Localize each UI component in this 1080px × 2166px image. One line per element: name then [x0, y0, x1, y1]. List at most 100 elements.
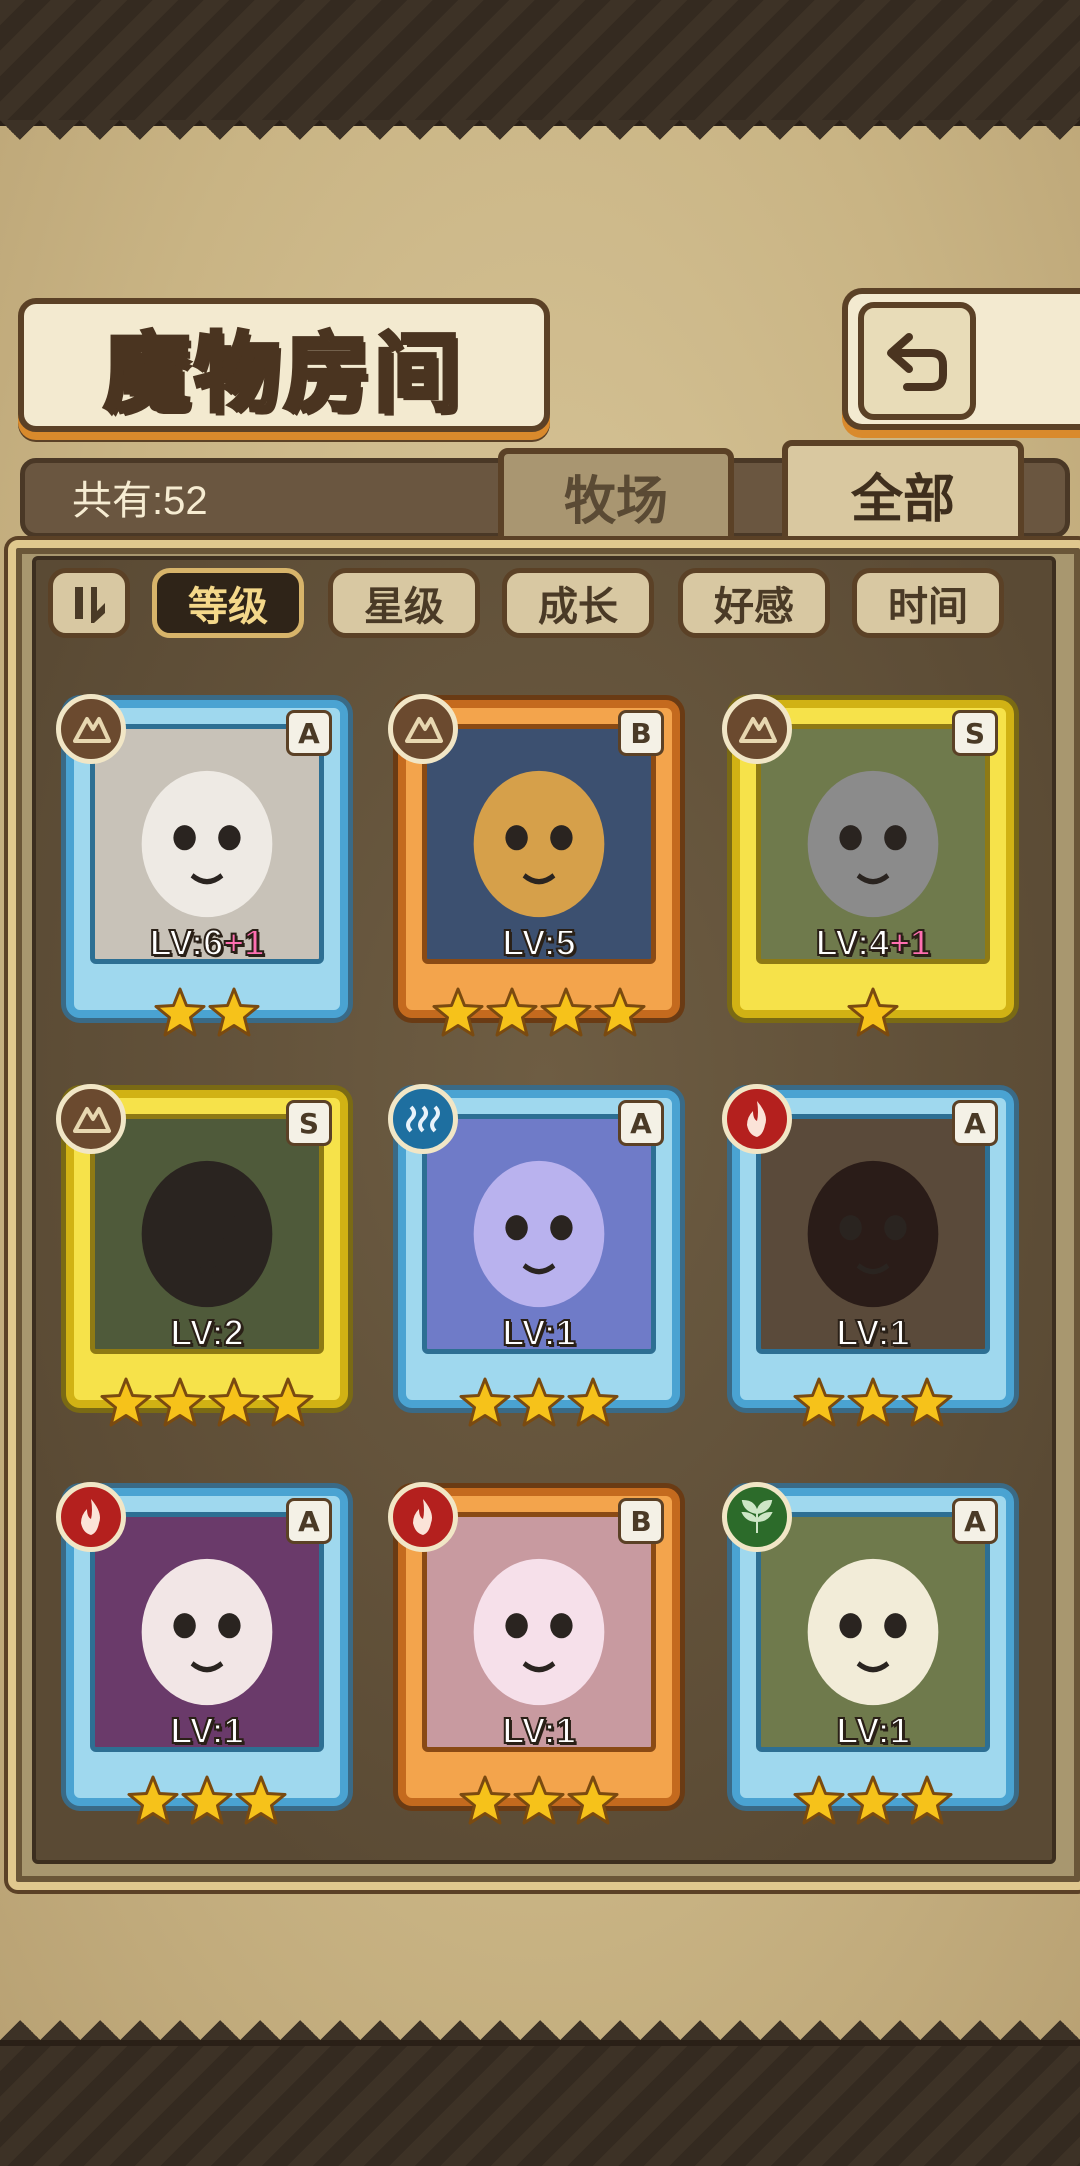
- element-badge: [722, 1084, 792, 1154]
- level-value: LV:1: [835, 1311, 910, 1354]
- star-rating: [740, 1774, 1006, 1828]
- sort-level-button[interactable]: 等级: [152, 568, 304, 638]
- level-value: LV:4: [815, 921, 890, 964]
- star-icon: [459, 1377, 511, 1427]
- star-icon: [567, 1377, 619, 1427]
- monster-level: LV:5: [406, 921, 672, 964]
- star-icon: [486, 987, 538, 1037]
- return-arrow-icon: [887, 333, 947, 391]
- earth-element-icon: [73, 717, 111, 743]
- torn-edge-bottom: [0, 2000, 1080, 2040]
- rarity-badge: A: [952, 1100, 998, 1146]
- monster-card[interactable]: A LV:1: [722, 1084, 1014, 1427]
- fire-element-icon: [413, 1499, 432, 1535]
- water-element-icon: [406, 1105, 440, 1133]
- star-icon: [901, 1377, 953, 1427]
- level-bonus: +1: [888, 921, 931, 964]
- level-value: LV:1: [501, 1311, 576, 1354]
- level-value: LV:2: [169, 1311, 244, 1354]
- earth-element-icon: [405, 717, 443, 743]
- monster-card[interactable]: S LV:4+1: [722, 694, 1014, 1037]
- rarity-badge: B: [618, 710, 664, 756]
- monster-count: 共有:52: [72, 479, 208, 523]
- monster-level: LV:1: [740, 1709, 1006, 1752]
- monster-card[interactable]: B LV:5: [388, 694, 680, 1037]
- star-icon: [432, 987, 484, 1037]
- star-icon: [181, 1775, 233, 1825]
- monster-card[interactable]: A LV:1: [722, 1482, 1014, 1825]
- level-value: LV:1: [501, 1709, 576, 1752]
- star-icon: [793, 1377, 845, 1427]
- star-icon: [513, 1775, 565, 1825]
- star-icon: [513, 1377, 565, 1427]
- element-badge: [722, 694, 792, 764]
- level-value: LV:1: [835, 1709, 910, 1752]
- star-icon: [154, 987, 206, 1037]
- star-icon: [793, 1775, 845, 1825]
- monster-card[interactable]: A LV:6+1: [56, 694, 348, 1037]
- tab-farm[interactable]: 牧场: [498, 448, 734, 544]
- monster-card[interactable]: B LV:1: [388, 1482, 680, 1825]
- level-bonus: +1: [222, 921, 265, 964]
- element-badge: [56, 694, 126, 764]
- rarity-badge: A: [286, 710, 332, 756]
- title-plate: 魔物房间: [18, 298, 550, 432]
- sort-affection-button[interactable]: 好感: [678, 568, 830, 638]
- sort-order-toggle[interactable]: [48, 568, 130, 638]
- wood-element-icon: [741, 1499, 773, 1533]
- rarity-badge: A: [952, 1498, 998, 1544]
- monster-card[interactable]: S LV:2: [56, 1084, 348, 1427]
- torn-edge-top: [0, 120, 1080, 160]
- rarity-badge: A: [618, 1100, 664, 1146]
- rarity-badge: B: [618, 1498, 664, 1544]
- back-button[interactable]: [858, 302, 976, 420]
- top-border: [0, 0, 1080, 126]
- monster-level: LV:1: [74, 1709, 340, 1752]
- star-icon: [208, 987, 260, 1037]
- monster-card[interactable]: A LV:1: [56, 1482, 348, 1825]
- sort-star-button[interactable]: 星级: [328, 568, 480, 638]
- level-value: LV:1: [169, 1709, 244, 1752]
- monster-level: LV:2: [74, 1311, 340, 1354]
- star-icon: [208, 1377, 260, 1427]
- element-badge: [722, 1482, 792, 1552]
- sort-growth-button[interactable]: 成长: [502, 568, 654, 638]
- star-rating: [740, 1376, 1006, 1430]
- monster-level: LV:1: [406, 1709, 672, 1752]
- star-icon: [567, 1775, 619, 1825]
- star-icon: [127, 1775, 179, 1825]
- element-badge: [388, 1482, 458, 1552]
- star-icon: [847, 1775, 899, 1825]
- sort-time-button[interactable]: 时间: [852, 568, 1004, 638]
- star-icon: [540, 987, 592, 1037]
- rarity-badge: A: [286, 1498, 332, 1544]
- earth-element-icon: [739, 717, 777, 743]
- star-rating: [74, 1774, 340, 1828]
- star-rating: [74, 986, 340, 1040]
- star-icon: [459, 1775, 511, 1825]
- star-rating: [406, 986, 672, 1040]
- fire-element-icon: [747, 1101, 766, 1137]
- monster-level: LV:1: [406, 1311, 672, 1354]
- fire-element-icon: [81, 1499, 100, 1535]
- star-icon: [100, 1377, 152, 1427]
- monster-card[interactable]: A LV:1: [388, 1084, 680, 1427]
- level-value: LV:5: [501, 921, 576, 964]
- star-rating: [74, 1376, 340, 1430]
- star-icon: [847, 987, 899, 1037]
- bottom-border: [0, 2040, 1080, 2166]
- star-icon: [262, 1377, 314, 1427]
- level-value: LV:6: [149, 921, 224, 964]
- element-badge: [388, 1084, 458, 1154]
- monster-level: LV:1: [740, 1311, 1006, 1354]
- monster-level: LV:6+1: [74, 921, 340, 964]
- tab-all[interactable]: 全部: [782, 440, 1024, 548]
- back-button-container: [842, 288, 1080, 430]
- element-badge: [388, 694, 458, 764]
- star-icon: [154, 1377, 206, 1427]
- star-icon: [901, 1775, 953, 1825]
- star-rating: [406, 1774, 672, 1828]
- rarity-badge: S: [286, 1100, 332, 1146]
- star-icon: [847, 1377, 899, 1427]
- element-badge: [56, 1482, 126, 1552]
